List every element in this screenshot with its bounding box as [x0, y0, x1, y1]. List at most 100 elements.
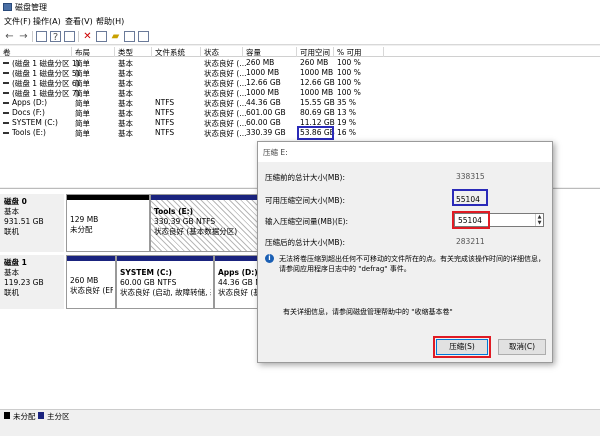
delete-icon[interactable]: ✕	[82, 31, 93, 42]
unallocated-swatch	[4, 412, 10, 419]
disk-management-icon	[3, 3, 12, 11]
window-titlebar: 磁盘管理	[0, 0, 600, 14]
volume-icon	[3, 92, 9, 94]
cell-percent-free: 19 %	[337, 118, 357, 127]
info-text: 无法将卷压缩到超出任何不可移动的文件所在的点。有关完成该操作时间的详细信息，请参…	[279, 255, 545, 273]
disk0-label[interactable]: 磁盘 0 基本 931.51 GB 联机	[0, 194, 64, 252]
toolbar: ← → ? ✕ ▰	[0, 28, 600, 45]
info-icon: i	[265, 254, 274, 263]
menu-view[interactable]: 查看(V)	[65, 16, 93, 27]
cell-volume: SYSTEM (C:)	[12, 118, 58, 127]
col-status[interactable]: 状态	[201, 47, 243, 57]
primary-swatch	[38, 412, 44, 419]
open-folder-icon[interactable]: ▰	[110, 31, 121, 42]
primary-partition-bar	[67, 256, 115, 261]
partition-fs: 未分配	[70, 225, 93, 234]
input-highlight	[452, 211, 490, 229]
menu-help[interactable]: 帮助(H)	[96, 16, 124, 27]
table-row[interactable]: (磁盘 1 磁盘分区 1) 简单 基本 状态良好 (... 260 MB 260…	[0, 58, 600, 68]
col-capacity[interactable]: 容量	[243, 47, 297, 57]
col-type[interactable]: 类型	[115, 47, 152, 57]
cell-filesystem: NTFS	[155, 108, 175, 117]
volume-icon	[3, 132, 9, 134]
cell-free-space: 15.55 GB	[300, 98, 335, 107]
disk1-type: 基本	[4, 268, 19, 277]
col-layout[interactable]: 布局	[72, 47, 115, 57]
cell-filesystem: NTFS	[155, 128, 175, 137]
disk1-apps-partition[interactable]: Apps (D:) 44.36 GB NTFS 状态良好 (基	[214, 255, 260, 309]
properties-icon[interactable]	[64, 31, 75, 42]
help-icon[interactable]: ?	[50, 31, 61, 43]
partition-size: 260 MB	[70, 276, 99, 285]
disk1-label[interactable]: 磁盘 1 基本 119.23 GB 联机	[0, 255, 64, 309]
disk1-status: 联机	[4, 288, 19, 297]
cell-volume: Apps (D:)	[12, 98, 48, 107]
back-icon[interactable]: ←	[4, 31, 15, 42]
cell-type: 基本	[118, 129, 133, 138]
available-label: 可用压缩空间大小(MB):	[265, 196, 345, 205]
toolbar-separator	[78, 31, 79, 42]
toolbar-separator	[32, 31, 33, 42]
legend: 未分配 主分区	[0, 409, 600, 421]
dialog-titlebar: 压缩 E:	[258, 142, 552, 162]
partition-fs: 60.00 GB NTFS	[120, 278, 177, 287]
cell-free-space: 1000 MB	[300, 68, 334, 77]
view-icon[interactable]	[138, 31, 149, 42]
cancel-button[interactable]: 取消(C)	[498, 339, 546, 355]
table-row[interactable]: (磁盘 1 磁盘分区 7) 简单 基本 状态良好 (... 1000 MB 10…	[0, 88, 600, 98]
forward-icon[interactable]: →	[18, 31, 29, 42]
cell-percent-free: 13 %	[337, 108, 357, 117]
partition-status: 状态良好 (启动, 故障转储, 基	[120, 288, 211, 297]
cell-capacity: 44.36 GB	[246, 98, 281, 107]
table-row[interactable]: (磁盘 1 磁盘分区 6) 简单 基本 状态良好 (... 12.66 GB 1…	[0, 78, 600, 88]
table-row[interactable]: (磁盘 1 磁盘分区 5) 简单 基本 状态良好 (... 1000 MB 10…	[0, 68, 600, 78]
disk0-type: 基本	[4, 207, 19, 216]
col-volume[interactable]: 卷	[0, 47, 72, 57]
dialog-body: 压缩前的总计大小(MB): 338315 可用压缩空间大小(MB): 55104…	[258, 162, 552, 362]
partition-name: Apps (D:)	[218, 268, 257, 277]
menu-action[interactable]: 操作(A)	[33, 16, 61, 27]
shrink-dialog: 压缩 E: 压缩前的总计大小(MB): 338315 可用压缩空间大小(MB):…	[257, 141, 553, 363]
disk0-unallocated[interactable]: 129 MB 未分配	[66, 194, 150, 252]
spinner-icon[interactable]: ▲ ▼	[535, 214, 543, 226]
cell-filesystem: NTFS	[155, 98, 175, 107]
unallocated-bar	[67, 195, 149, 200]
more-info-text: 有关详细信息，请参阅磁盘管理帮助中的 "收缩基本卷"	[283, 308, 453, 316]
disk1-system-partition[interactable]: SYSTEM (C:) 60.00 GB NTFS 状态良好 (启动, 故障转储…	[116, 255, 214, 309]
disk0-tools-partition[interactable]: Tools (E:) 330.39 GB NTFS 状态良好 (基本数据分区)	[150, 194, 260, 252]
cell-percent-free: 100 %	[337, 78, 361, 87]
primary-partition-bar	[117, 256, 213, 261]
disk1-efi-partition[interactable]: 260 MB 状态良好 (EFI	[66, 255, 116, 309]
volume-table-header: 卷 布局 类型 文件系统 状态 容量 可用空间 % 可用	[0, 46, 600, 57]
dialog-title: 压缩 E:	[263, 148, 288, 157]
disk1-name: 磁盘 1	[4, 258, 27, 267]
total-before-value: 338315	[456, 172, 485, 181]
cell-free-space: 260 MB	[300, 58, 329, 67]
cell-percent-free: 100 %	[337, 88, 361, 97]
col-free-space[interactable]: 可用空间	[297, 47, 334, 57]
table-row[interactable]: Apps (D:) 简单 基本 NTFS 状态良好 (... 44.36 GB …	[0, 98, 600, 108]
available-highlight	[452, 189, 488, 206]
cell-capacity: 601.00 GB	[246, 108, 286, 117]
status-bar	[0, 420, 600, 436]
partition-size: 129 MB	[70, 215, 99, 224]
partition-status: 状态良好 (基本数据分区)	[154, 227, 238, 236]
checklist-icon[interactable]	[96, 31, 107, 42]
free-space-highlight	[297, 126, 334, 140]
col-filesystem[interactable]: 文件系统	[152, 47, 201, 57]
cell-percent-free: 100 %	[337, 68, 361, 77]
menu-file[interactable]: 文件(F)	[4, 16, 31, 27]
cell-capacity: 260 MB	[246, 58, 275, 67]
partition-fs: 330.39 GB NTFS	[154, 217, 216, 226]
col-percent-free[interactable]: % 可用	[334, 47, 384, 57]
volume-icon	[3, 72, 9, 74]
cell-capacity: 330.39 GB	[246, 128, 286, 137]
table-row[interactable]: Docs (F:) 简单 基本 NTFS 状态良好 (... 601.00 GB…	[0, 108, 600, 118]
primary-partition-bar	[151, 195, 259, 200]
cell-status: 状态良好 (...	[204, 129, 247, 138]
console-tree-icon[interactable]	[36, 31, 47, 42]
cell-volume: Tools (E:)	[12, 128, 46, 137]
search-icon[interactable]	[124, 31, 135, 42]
cell-free-space: 1000 MB	[300, 88, 334, 97]
cell-percent-free: 16 %	[337, 128, 357, 137]
